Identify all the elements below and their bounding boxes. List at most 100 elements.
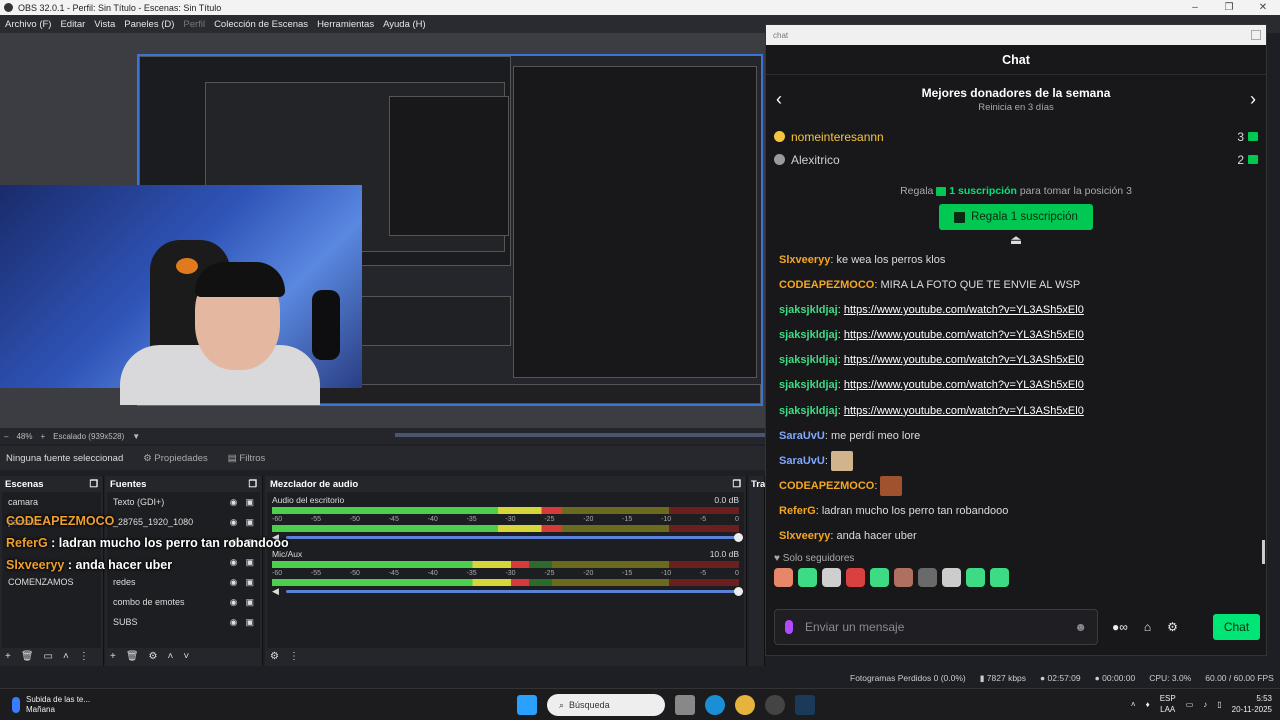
menu-item-3[interactable]: Paneles (D) — [124, 19, 174, 30]
language-indicator[interactable]: ESP LAA — [1160, 693, 1176, 715]
add-source-button[interactable]: + — [110, 651, 116, 662]
emote-button[interactable] — [966, 568, 985, 588]
source-up-button[interactable]: ˄ — [168, 651, 174, 662]
chat-username[interactable]: sjaksjkldjaj — [779, 304, 838, 316]
chat-username[interactable]: sjaksjkldjaj — [779, 354, 838, 366]
menu-item-5[interactable]: Colección de Escenas — [214, 19, 308, 30]
emoji-icon[interactable]: ☻ — [1074, 620, 1087, 634]
visibility-icon[interactable]: ◉ — [230, 497, 238, 507]
store-icon[interactable]: ⌂ — [1144, 620, 1151, 634]
chat-username[interactable]: CODEAPEZMOCO — [779, 279, 874, 291]
emote-button[interactable] — [798, 568, 817, 588]
gift-sub-button[interactable]: Regala 1 suscripción — [939, 204, 1093, 230]
remove-source-button[interactable]: 🗑 — [126, 651, 139, 662]
emote-button[interactable] — [846, 568, 865, 588]
mic-tray-icon[interactable]: ♦ — [1146, 699, 1150, 710]
dock-undock-icon[interactable]: ❐ — [248, 479, 257, 490]
microphone-icon[interactable] — [785, 620, 793, 634]
volume-icon[interactable]: ♪ — [1203, 699, 1207, 710]
menu-item-6[interactable]: Herramientas — [317, 19, 374, 30]
menu-item-7[interactable]: Ayuda (H) — [383, 19, 426, 30]
chrome-icon[interactable] — [735, 695, 755, 715]
notification-widget[interactable]: Subida de las te... Mañana — [0, 695, 90, 715]
source-item[interactable]: Texto (GDI+) ◉ ▣ — [107, 492, 260, 512]
mixer-settings-icon[interactable]: ⚙ — [270, 651, 279, 662]
chat-link[interactable]: https://www.youtube.com/watch?v=YL3ASh5x… — [844, 304, 1084, 316]
source-item[interactable]: combo de emotes ◉ ▣ — [107, 592, 260, 612]
lock-icon[interactable]: ▣ — [245, 497, 254, 507]
source-down-button[interactable]: ˅ — [183, 651, 189, 662]
menu-item-2[interactable]: Vista — [94, 19, 115, 30]
dock-undock-icon[interactable]: ❐ — [89, 479, 98, 490]
chat-username[interactable]: sjaksjkldjaj — [779, 329, 838, 341]
chat-username[interactable]: Slxveeryy — [779, 530, 830, 542]
visibility-icon[interactable]: ◉ — [230, 577, 238, 587]
zoom-in-icon[interactable]: + — [40, 432, 45, 441]
close-button[interactable]: ✕ — [1246, 0, 1280, 15]
chat-username[interactable]: Slxveeryy — [779, 254, 830, 266]
mixer-menu-button[interactable]: ⋮ — [289, 651, 299, 662]
emote-button[interactable] — [870, 568, 889, 588]
clock[interactable]: 5:53 20-11-2025 — [1232, 693, 1272, 715]
settings-gear-icon[interactable]: ⚙ — [1167, 620, 1178, 634]
chat-username[interactable]: SaraUvU — [779, 430, 825, 442]
volume-slider[interactable] — [286, 533, 743, 542]
dock-undock-icon[interactable]: ❐ — [732, 479, 741, 490]
add-scene-button[interactable]: + — [5, 651, 11, 662]
remove-scene-button[interactable]: 🗑 — [21, 651, 34, 662]
properties-button[interactable]: ⚙ Propiedades — [143, 453, 208, 464]
emote-button[interactable] — [774, 568, 793, 588]
chat-username[interactable]: sjaksjkldjaj — [779, 405, 838, 417]
emote-button[interactable] — [918, 568, 937, 588]
channel-points-icon[interactable]: ●∞ — [1112, 620, 1128, 634]
minimize-button[interactable]: – — [1178, 0, 1212, 15]
chat-link[interactable]: https://www.youtube.com/watch?v=YL3ASh5x… — [844, 329, 1084, 341]
battery-icon[interactable]: ▯ — [1217, 699, 1221, 710]
menu-item-4[interactable]: Perfil — [183, 19, 205, 30]
steam-icon[interactable] — [795, 695, 815, 715]
chat-link[interactable]: https://www.youtube.com/watch?v=YL3ASh5x… — [844, 405, 1084, 417]
lock-icon[interactable]: ▣ — [245, 577, 254, 587]
chat-username[interactable]: sjaksjkldjaj — [779, 379, 838, 391]
lock-icon[interactable]: ▣ — [245, 617, 254, 627]
chevron-right-icon[interactable]: › — [1250, 89, 1256, 110]
emote-button[interactable] — [942, 568, 961, 588]
edge-icon[interactable] — [705, 695, 725, 715]
chat-username[interactable]: SaraUvU — [779, 455, 825, 467]
speaker-icon[interactable]: ◀ — [272, 586, 279, 597]
preview-scrollbar[interactable] — [395, 433, 765, 437]
zoom-out-icon[interactable]: – — [4, 432, 8, 441]
volume-slider[interactable] — [286, 587, 743, 596]
chat-username[interactable]: ReferG — [779, 505, 816, 517]
scene-menu-button[interactable]: ⋮ — [79, 651, 89, 662]
chat-scrollbar[interactable] — [1262, 540, 1265, 564]
emote-button[interactable] — [822, 568, 841, 588]
scale-dropdown-icon[interactable]: ▼ — [132, 432, 140, 441]
lock-icon[interactable]: ▣ — [245, 597, 254, 607]
chat-input[interactable]: Enviar un mensaje ☻ — [774, 609, 1098, 645]
chat-window-close-icon[interactable] — [1251, 30, 1261, 40]
source-settings-button[interactable]: ⚙ — [149, 651, 158, 662]
chevron-left-icon[interactable]: ‹ — [776, 89, 782, 110]
obs-icon[interactable] — [765, 695, 785, 715]
emote-button[interactable] — [894, 568, 913, 588]
menu-item-1[interactable]: Editar — [60, 19, 85, 30]
chat-link[interactable]: https://www.youtube.com/watch?v=YL3ASh5x… — [844, 354, 1084, 366]
visibility-icon[interactable]: ◉ — [230, 597, 238, 607]
windows-start-icon[interactable] — [517, 695, 537, 715]
chat-link[interactable]: https://www.youtube.com/watch?v=YL3ASh5x… — [844, 379, 1084, 391]
filters-button[interactable]: ▤ Filtros — [228, 453, 266, 464]
chat-send-button[interactable]: Chat — [1213, 614, 1260, 640]
tray-chevron-icon[interactable]: ˄ — [1131, 699, 1136, 710]
menu-item-0[interactable]: Archivo (F) — [5, 19, 51, 30]
source-item[interactable]: SUBS ◉ ▣ — [107, 612, 260, 632]
collapse-icon[interactable]: ⏏ — [766, 232, 1266, 248]
chat-username[interactable]: CODEAPEZMOCO — [779, 480, 874, 492]
scene-filter-button[interactable]: ▭ — [44, 651, 53, 662]
emote-button[interactable] — [990, 568, 1009, 588]
scene-item[interactable]: camara — [2, 492, 101, 512]
visibility-icon[interactable]: ◉ — [230, 617, 238, 627]
taskbar-search[interactable]: ⌕ Búsqueda — [547, 694, 665, 716]
maximize-button[interactable]: ❐ — [1212, 0, 1246, 15]
network-icon[interactable]: ▭ — [1186, 699, 1194, 710]
